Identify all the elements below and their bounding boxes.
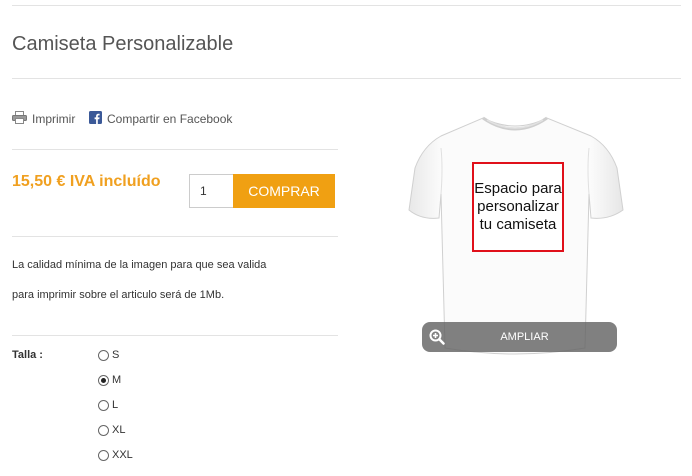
radio-s[interactable]: [98, 349, 109, 361]
custom-area-line-3: tu camiseta: [479, 216, 557, 233]
size-option-xl[interactable]: XL: [98, 424, 125, 436]
custom-area-line-1: Espacio para: [474, 180, 562, 197]
facebook-label: Compartir en Facebook: [107, 112, 233, 126]
size-option-label: L: [112, 399, 119, 411]
print-label: Imprimir: [32, 112, 76, 126]
zoom-in-icon: [422, 329, 452, 345]
radio-l[interactable]: [98, 399, 109, 411]
quantity-input[interactable]: [189, 174, 233, 208]
size-option-label: S: [112, 349, 120, 361]
size-option-l[interactable]: L: [98, 399, 118, 411]
product-price: 15,50 € IVA incluído: [12, 173, 161, 190]
size-option-xxl[interactable]: XXL: [98, 449, 133, 461]
description-line-2: para imprimir sobre el articulo será de …: [12, 289, 225, 301]
radio-xl[interactable]: [98, 424, 109, 436]
description-line-1: La calidad mínima de la imagen para que …: [12, 259, 267, 271]
zoom-label: AMPLIAR: [500, 331, 549, 343]
title-divider: [12, 78, 681, 79]
size-option-label: XXL: [112, 449, 133, 461]
size-label: Talla :: [12, 349, 43, 361]
product-image[interactable]: Espacio para personalizar tu camiseta: [395, 98, 635, 360]
facebook-share-link[interactable]: Compartir en Facebook: [89, 111, 232, 127]
print-link[interactable]: Imprimir: [12, 111, 75, 127]
page-title: Camiseta Personalizable: [12, 33, 234, 55]
printer-icon: [12, 111, 27, 127]
facebook-icon: [89, 111, 102, 127]
radio-xxl[interactable]: [98, 449, 109, 461]
top-divider: [12, 5, 681, 6]
buy-divider: [12, 236, 338, 237]
radio-m[interactable]: [98, 374, 109, 386]
size-option-s[interactable]: S: [98, 349, 119, 361]
zoom-button[interactable]: AMPLIAR: [422, 322, 617, 352]
size-option-label: M: [112, 374, 122, 386]
size-option-m[interactable]: M: [98, 374, 121, 386]
custom-area-box: Espacio para personalizar tu camiseta: [472, 162, 564, 252]
size-option-label: XL: [112, 424, 126, 436]
share-divider: [12, 149, 338, 150]
options-divider: [12, 335, 338, 336]
buy-button[interactable]: COMPRAR: [233, 174, 335, 208]
custom-area-line-2: personalizar: [477, 198, 559, 215]
